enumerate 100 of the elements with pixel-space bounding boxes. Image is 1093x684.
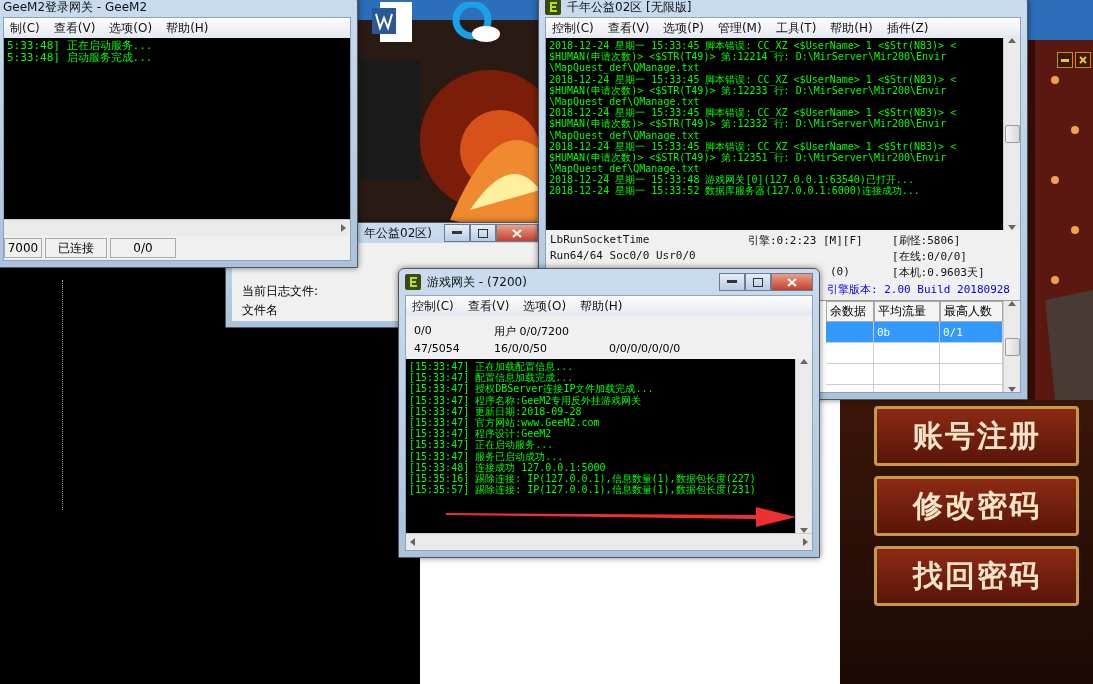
log-line: 5:33:48] 正在启动服务... [7, 40, 154, 52]
close-button[interactable] [1075, 52, 1091, 68]
menu-item[interactable]: 工具(T) [775, 19, 817, 37]
status-text: Run64/64 Soc0/0 Usr0/0 [550, 249, 697, 264]
scroll-up-icon[interactable] [800, 359, 808, 364]
log-line: 2018-12-24 星期一 15:33:45 脚本错误: CC_XZ <$UserName> 1 <$Str(N83)> < [549, 73, 958, 85]
stat-text: 0/0/0/0/0/0/0 [609, 342, 682, 355]
close-button[interactable] [496, 224, 538, 242]
scroll-thumb[interactable] [1004, 125, 1020, 143]
stat-text: 16/0/0/50 [494, 342, 549, 355]
menu-item[interactable]: 查看(V) [53, 19, 96, 37]
menu-item[interactable]: 帮助(H) [166, 19, 209, 37]
close-icon [512, 228, 522, 238]
menu-item[interactable]: 控制(C) [552, 19, 594, 37]
scroll-right-icon[interactable] [803, 538, 808, 546]
menu-item[interactable]: 选项(O) [523, 297, 567, 315]
log-line: [15:33:47] 更新日期:2018-09-28 [409, 405, 582, 417]
launcher-button[interactable]: 修改密码 [874, 476, 1079, 536]
minimize-icon [1061, 58, 1069, 62]
log-line: 2018-12-24 星期一 15:33:52 数据库服务器(127.0.0.1:6000)连接成功... [549, 185, 921, 197]
menu-item[interactable]: 选项(P) [663, 19, 704, 37]
window-title: 千年公益02区 [无限版] [567, 0, 692, 16]
field-label: 当前日志文件: [242, 283, 319, 300]
log-line: $HUMAN(申请次数)> <$STR(T49)> 第:12351 行: D:\MirServer\Mir200\Envir [549, 151, 948, 164]
status-text: LbRunSocketTime [550, 233, 651, 248]
menu-item[interactable]: 帮助(H) [580, 297, 623, 315]
minimize-icon [452, 231, 462, 235]
window-title: GeeM2登录网关 - GeeM2 [3, 0, 148, 16]
menu-item[interactable]: 插件(Z) [886, 19, 929, 37]
status-cell: 0/0 [110, 238, 176, 258]
window-title: 游戏网关 - (7200) [427, 273, 527, 291]
stat-text: 用户 0/0/7200 [494, 324, 570, 339]
menu-item[interactable]: 制(C) [10, 19, 40, 37]
menu-item[interactable]: 控制(C) [412, 297, 454, 315]
log-line: 2018-12-24 星期一 15:33:45 脚本错误: CC_XZ <$UserName> 1 <$Str(N83)> < [549, 40, 958, 52]
minimize-icon [727, 280, 737, 284]
minimize-button[interactable] [719, 273, 745, 291]
table-cell: 0/1 [940, 322, 1003, 343]
status-text: [在线:0/0/0] [892, 249, 968, 264]
scroll-down-icon[interactable] [1008, 387, 1016, 392]
column-header[interactable]: 平均流量 [874, 301, 940, 322]
log-line: [15:33:47] 服务已启动成功... [409, 450, 565, 462]
scroll-thumb[interactable] [1004, 337, 1020, 356]
scroll-up-icon[interactable] [1008, 301, 1016, 306]
column-header[interactable]: 余数据 [826, 301, 874, 322]
log-line: $HUMAN(申请次数)> <$STR(T49)> 第:12233 行: D:\MirServer\Mir200\Envir [549, 84, 948, 96]
maximize-icon [478, 228, 488, 238]
app-icon [545, 0, 561, 15]
close-icon [1079, 56, 1087, 64]
app-icon [405, 274, 421, 290]
log-line: 5:33:48] 启动服务完成... [7, 52, 154, 65]
menu-item[interactable]: 查看(V) [467, 297, 510, 315]
maximize-button[interactable] [745, 273, 771, 291]
minimize-button[interactable] [1057, 52, 1073, 68]
log-line: \MapQuest_def\QManage.txt [549, 95, 700, 108]
stat-text: 47/5054 [414, 342, 461, 355]
log-line: $HUMAN(申请次数)> <$STR(T49)> 第:12214 行: D:\MirServer\Mir200\Envir [549, 51, 948, 63]
stat-text: 0/0 [414, 324, 433, 339]
status-cell: 7000 [4, 238, 42, 258]
status-text: [刷怪:5806] [892, 233, 962, 248]
scroll-right-icon[interactable] [341, 224, 346, 232]
log-line: [15:33:47] 正在启动服务... [409, 439, 555, 451]
log-line: [15:35:57] 踢除连接: IP(127.0.0.1),信息数量(1),数据包长度(231) [409, 484, 757, 496]
log-line: [15:33:47] 配置信息加载完成... [409, 372, 575, 384]
log-line: 2018-12-24 星期一 15:33:45 脚本错误: CC_XZ <$UserName> 1 <$Str(N83)> < [549, 107, 958, 119]
version-text: 引擎版本: 2.00 Build 20180928 [826, 282, 1011, 297]
launcher-button[interactable]: 找回密码 [874, 546, 1079, 606]
column-header[interactable]: 最高人数 [940, 301, 1003, 322]
status-cell: 已连接 [45, 238, 107, 258]
close-button[interactable] [771, 273, 813, 291]
launcher-button[interactable]: 账号注册 [874, 406, 1079, 466]
maximize-button[interactable] [470, 224, 496, 242]
log-line: [15:35:16] 踢除连接: IP(127.0.0.1),信息数量(1),数据包长度(227) [409, 472, 757, 485]
menu-item[interactable]: 帮助(H) [830, 19, 873, 37]
menu-item[interactable]: 选项(O) [109, 19, 153, 37]
log-line: [15:33:47] 官方网站:www.GeeM2.com [409, 416, 601, 429]
log-line: [15:33:47] 正在加载配置信息... [409, 361, 575, 373]
field-label: 文件名 [242, 302, 278, 319]
log-line: [15:33:47] 程序设计:GeeM2 [409, 428, 553, 440]
scroll-left-icon[interactable] [410, 538, 415, 546]
log-line: 2018-12-24 星期一 15:33:48 游戏网关[0](127.0.0.1:63540)已打开... [549, 174, 915, 186]
menu-item[interactable]: 查看(V) [607, 19, 650, 37]
maximize-icon [753, 277, 763, 287]
log-line: [15:33:48] 连接成功 127.0.0.1:5000 [409, 461, 607, 473]
status-text: [本机:0.9603天] [892, 265, 986, 280]
scroll-down-icon[interactable] [1008, 225, 1016, 230]
log-line: \MapQuest_def\QManage.txt [549, 163, 701, 175]
log-line: [15:33:47] 程序名称:GeeM2专用反外挂游戏网关 [409, 394, 643, 406]
engine-uptime: 引擎:0:2:23 [M][F] [748, 233, 864, 248]
window-title: 年公益02区) [364, 224, 432, 242]
log-line: [15:33:47] 授权DBServer连接IP文件加载完成... [409, 383, 655, 395]
log-line: \MapQuest_def\QManage.txt [549, 129, 701, 141]
table-cell: 0b [874, 322, 940, 343]
log-line: \MapQuest_def\QManage.txt [549, 62, 701, 74]
log-line: $HUMAN(申请次数)> <$STR(T49)> 第:12332 行: D:\MirServer\Mir200\Envir [549, 118, 948, 130]
menu-item[interactable]: 管理(M) [717, 19, 762, 37]
close-icon [787, 277, 797, 287]
status-text: (0) [830, 265, 851, 280]
minimize-button[interactable] [444, 224, 470, 242]
log-line: 2018-12-24 星期一 15:33:45 脚本错误: CC_XZ <$UserName> 1 <$Str(N83)> < [549, 140, 958, 152]
